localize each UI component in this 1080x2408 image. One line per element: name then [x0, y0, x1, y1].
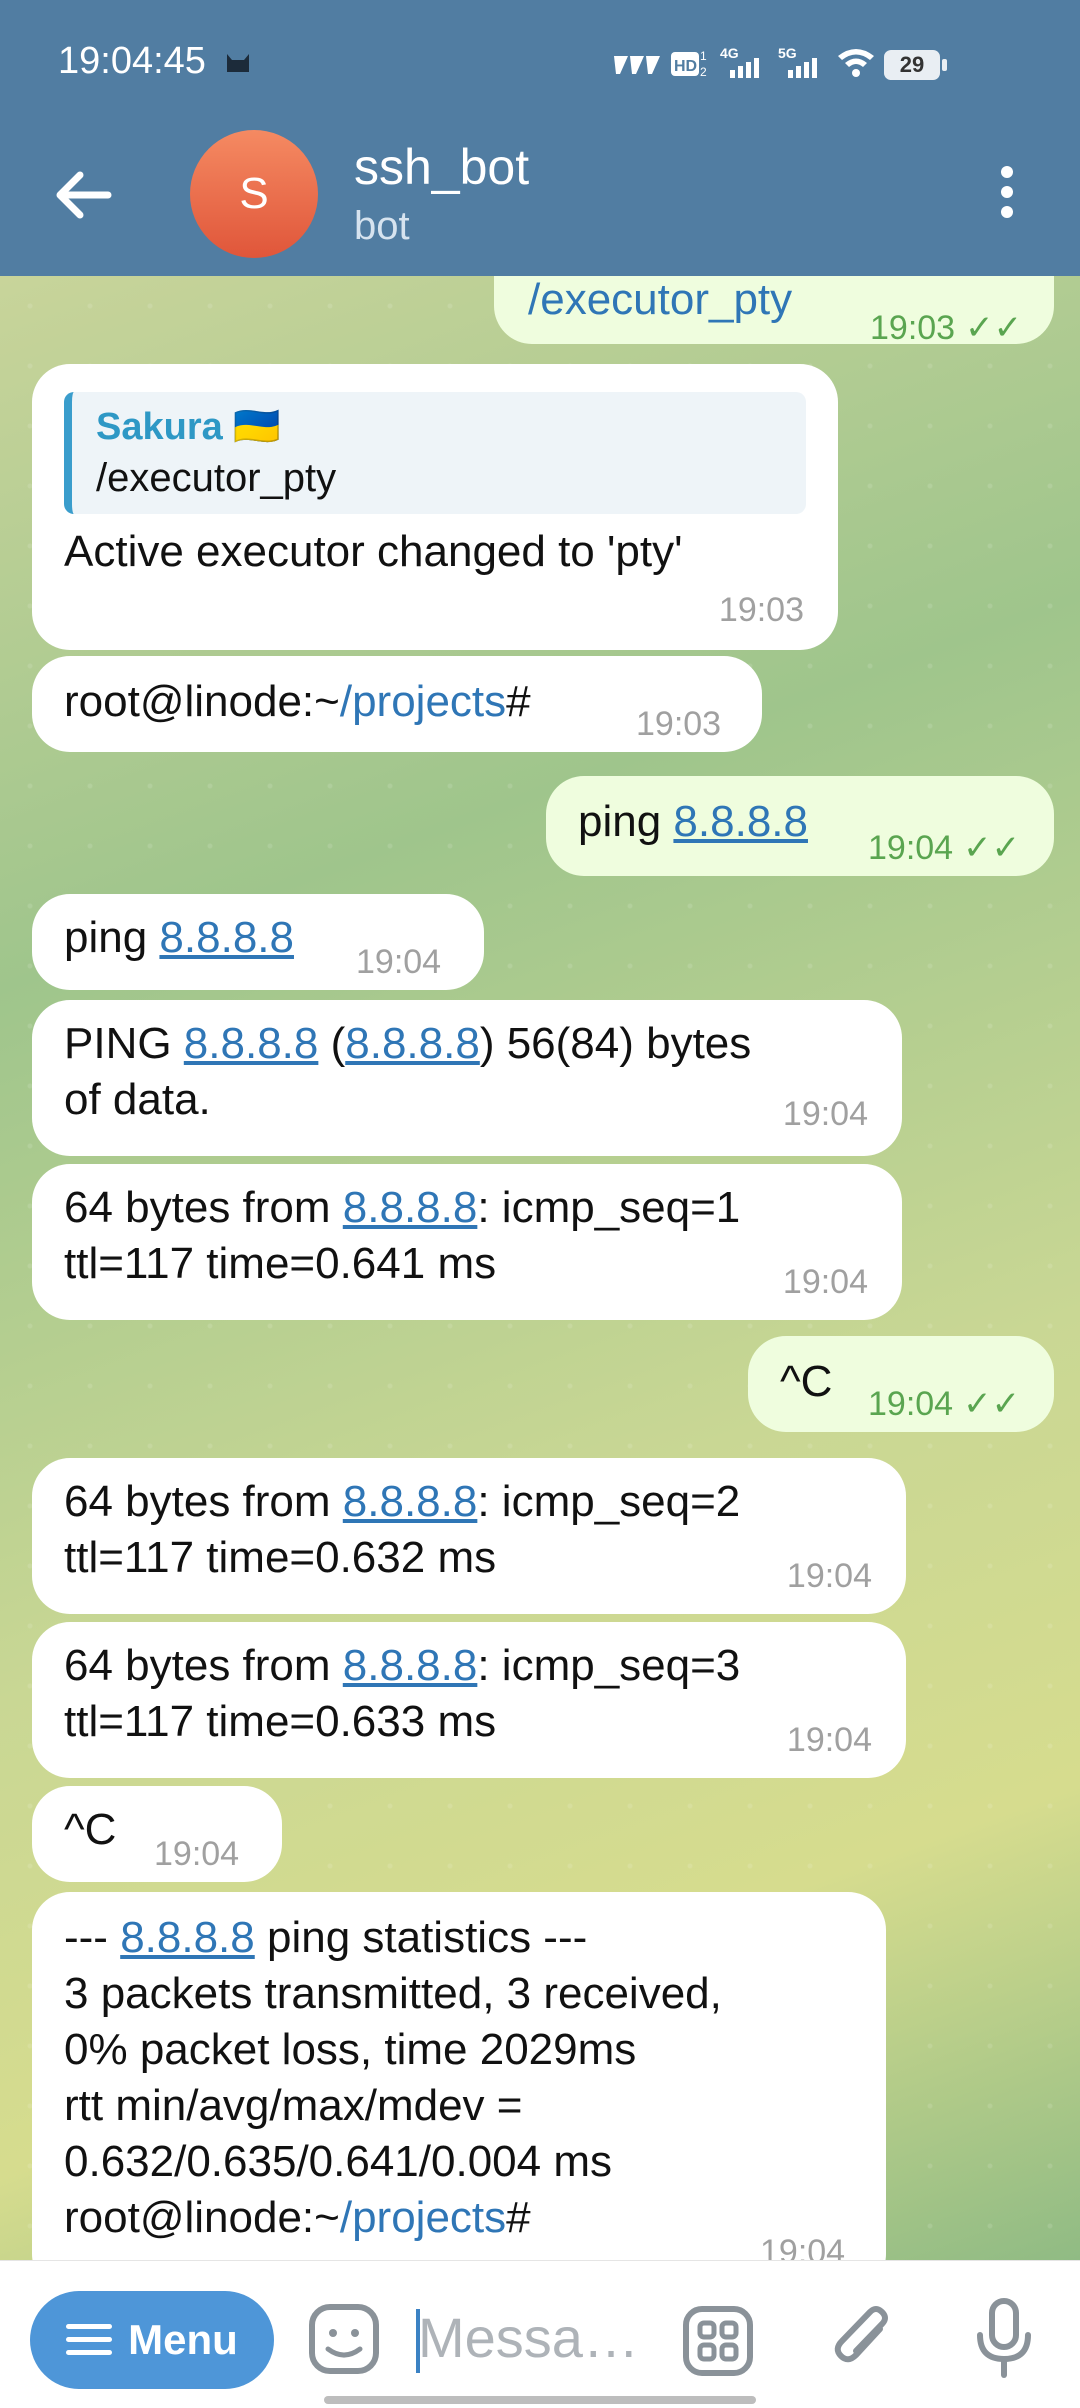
message-time: 19:04 [786, 1721, 872, 1759]
apps-grid-icon[interactable] [680, 2303, 756, 2379]
chat-subtitle: bot [354, 204, 410, 248]
path-link[interactable]: /projects [340, 2193, 506, 2242]
hd-icon: HD1 2 [671, 49, 707, 79]
status-bar: 19:04:45 HD 1 2 4G 5G 29 [0, 0, 1080, 130]
message-incoming[interactable]: ping 8.8.8.8 19:04 [32, 894, 484, 990]
message-time: 19:04 ✓✓ [868, 1376, 1020, 1432]
sticker-emoji-icon[interactable] [306, 2301, 382, 2377]
back-arrow-icon[interactable] [48, 160, 118, 230]
message-text: 64 bytes from 8.8.8.8: icmp_seq=3 ttl=11… [64, 1641, 741, 1746]
message-text: PING 8.8.8.8 (8.8.8.8) 56(84) bytes of d… [64, 1019, 752, 1124]
reply-quote[interactable]: Sakura 🇺🇦 /executor_pty [64, 392, 806, 514]
message-time: 19:03 [718, 591, 804, 629]
message-incoming[interactable]: Sakura 🇺🇦 /executor_pty Active executor … [32, 364, 838, 650]
message-incoming[interactable]: 64 bytes from 8.8.8.8: icmp_seq=1 ttl=11… [32, 1164, 902, 1320]
chat-history[interactable]: /executor_pty 19:03 ✓✓ Sakura 🇺🇦 /executo… [0, 276, 1080, 2260]
message-incoming[interactable]: 64 bytes from 8.8.8.8: icmp_seq=3 ttl=11… [32, 1622, 906, 1778]
read-ticks-icon: ✓✓ [963, 1385, 1021, 1423]
signal-speed-icon [614, 56, 660, 74]
hamburger-icon [66, 2324, 113, 2355]
microphone-icon[interactable] [972, 2295, 1036, 2381]
message-outgoing[interactable]: /executor_pty 19:03 ✓✓ [494, 276, 1054, 347]
path-link[interactable]: /projects [340, 677, 506, 726]
message-text: Active executor changed to 'pty' [64, 527, 683, 576]
message-time: 19:03 ✓✓ [870, 300, 1022, 356]
message-time: 19:03 [636, 705, 722, 743]
message-incoming[interactable]: PING 8.8.8.8 (8.8.8.8) 56(84) bytes of d… [32, 1000, 902, 1156]
ip-link[interactable]: 8.8.8.8 [184, 1019, 319, 1068]
message-time: 19:04 [154, 1835, 240, 1873]
message-incoming[interactable]: --- 8.8.8.8 ping statistics --- 3 packet… [32, 1892, 886, 2260]
more-options-icon[interactable] [990, 162, 1024, 222]
message-incoming[interactable]: ^C 19:04 [32, 1786, 282, 1882]
4g-signal-icon: 4G [720, 45, 759, 78]
message-input[interactable]: Messa… [418, 2305, 639, 2370]
menu-label: Menu [128, 2316, 238, 2363]
svg-text:5G: 5G [778, 45, 797, 61]
svg-text:HD: HD [674, 58, 697, 75]
status-time: 19:04:45 [58, 40, 206, 82]
home-indicator[interactable] [324, 2396, 756, 2404]
battery-indicator: 29 [884, 50, 947, 80]
message-time: 19:04 [782, 1263, 868, 1301]
ip-link[interactable]: 8.8.8.8 [343, 1641, 478, 1690]
message-text[interactable]: /executor_pty [528, 276, 792, 328]
ip-link[interactable]: 8.8.8.8 [343, 1183, 478, 1232]
reply-author: Sakura 🇺🇦 [96, 406, 281, 448]
ip-link[interactable]: 8.8.8.8 [120, 1913, 255, 1962]
message-time: 19:04 [786, 1557, 872, 1595]
menu-button[interactable]: Menu [30, 2291, 274, 2389]
message-incoming[interactable]: 64 bytes from 8.8.8.8: icmp_seq=2 ttl=11… [32, 1458, 906, 1614]
5g-signal-icon: 5G [778, 45, 817, 78]
wifi-icon [838, 49, 874, 77]
ip-link[interactable]: 8.8.8.8 [673, 797, 808, 846]
avatar[interactable]: S [190, 130, 318, 258]
message-time: 19:04 ✓✓ [868, 820, 1020, 876]
ip-link[interactable]: 8.8.8.8 [343, 1477, 478, 1526]
message-text: 64 bytes from 8.8.8.8: icmp_seq=2 ttl=11… [64, 1477, 741, 1582]
message-text: root@linode:~/projects# [64, 677, 531, 726]
message-incoming[interactable]: root@linode:~/projects# 19:03 [32, 656, 762, 752]
message-text: 64 bytes from 8.8.8.8: icmp_seq=1 ttl=11… [64, 1183, 741, 1288]
svg-text:2: 2 [700, 65, 707, 79]
top-bar: 19:04:45 HD 1 2 4G 5G 29 S ssh_bot bot [0, 0, 1080, 276]
attach-paperclip-icon[interactable] [826, 2299, 902, 2379]
message-time: 19:04 [760, 2233, 846, 2260]
input-bar: Menu Messa… [0, 2260, 1080, 2408]
svg-text:4G: 4G [720, 45, 739, 61]
cat-icon [227, 54, 249, 72]
reply-text: /executor_pty [96, 456, 337, 500]
message-time: 19:04 [356, 943, 442, 981]
message-outgoing[interactable]: ping 8.8.8.8 19:04 ✓✓ [546, 776, 1054, 876]
read-ticks-icon: ✓✓ [963, 829, 1021, 867]
message-time: 19:04 [782, 1095, 868, 1133]
ip-link[interactable]: 8.8.8.8 [345, 1019, 480, 1068]
svg-text:1: 1 [700, 49, 707, 63]
message-outgoing[interactable]: ^C 19:04 ✓✓ [748, 1336, 1054, 1432]
ip-link[interactable]: 8.8.8.8 [159, 913, 294, 962]
read-ticks-icon: ✓✓ [965, 309, 1023, 347]
message-text: --- 8.8.8.8 ping statistics --- 3 packet… [64, 1913, 722, 2242]
chat-title[interactable]: ssh_bot [354, 138, 529, 196]
